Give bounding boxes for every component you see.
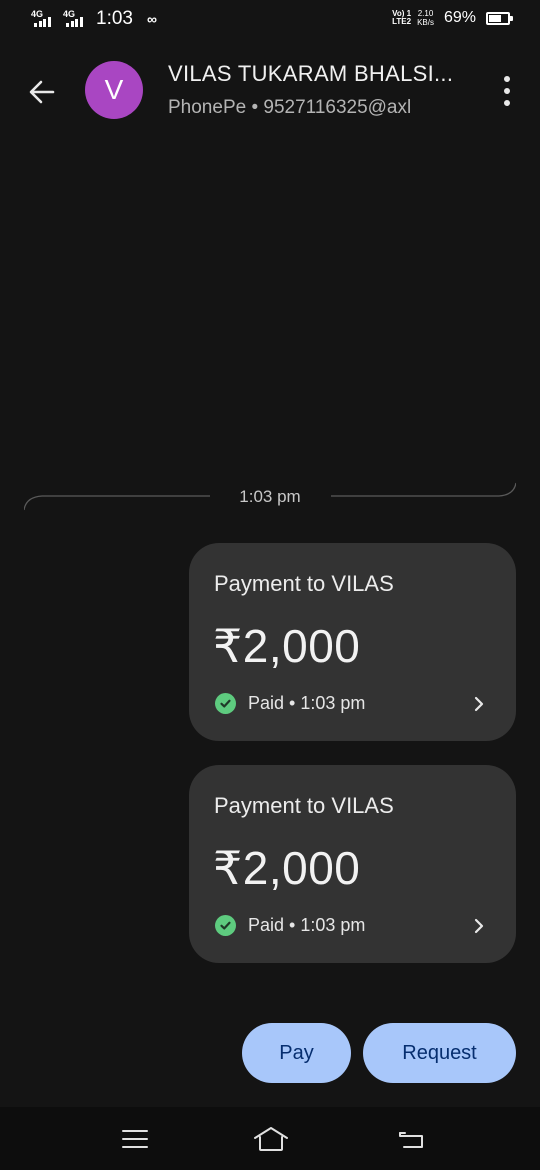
status-bar-right: Vo) 1 LTE2 2.10 KB/s 69%	[392, 9, 513, 27]
contact-name[interactable]: VILAS TUKARAM BHALSI...	[168, 61, 453, 87]
payment-amount: ₹2,000	[213, 842, 361, 894]
payment-title: Payment to VILAS	[214, 571, 394, 596]
system-nav-bar	[0, 1107, 540, 1170]
back-icon	[399, 1132, 423, 1148]
menu-icon	[122, 1130, 148, 1148]
avatar[interactable]: V	[85, 61, 143, 119]
home-icon	[254, 1127, 288, 1151]
chevron-right-icon	[474, 696, 484, 712]
status-bar-left: 4G 4G 1:03 ∞	[30, 8, 157, 30]
infinity-icon: ∞	[146, 11, 157, 27]
payment-amount: ₹2,000	[213, 620, 361, 672]
pay-button[interactable]: Pay	[242, 1023, 351, 1083]
status-bar: 4G 4G 1:03 ∞ Vo) 1 LTE2 2.10 KB/s 69%	[0, 0, 540, 42]
network-speed: 2.10 KB/s	[417, 9, 434, 27]
home-button[interactable]	[253, 1125, 289, 1153]
signal-icon: 4G	[30, 10, 56, 28]
divider-time: 1:03 pm	[239, 487, 301, 506]
check-circle-icon	[215, 693, 236, 714]
signal-icon-2: 4G	[62, 10, 88, 28]
volte-indicator: Vo) 1 LTE2	[392, 9, 412, 26]
payment-status-text: Paid • 1:03 pm	[248, 915, 366, 935]
check-circle-icon	[215, 915, 236, 936]
payment-status: Paid • 1:03 pm	[215, 693, 365, 714]
battery-percent: 69%	[443, 9, 476, 26]
more-options-button[interactable]	[500, 76, 514, 106]
payment-status: Paid • 1:03 pm	[215, 915, 365, 936]
recent-apps-button[interactable]	[119, 1125, 151, 1153]
status-time: 1:03	[96, 8, 133, 29]
battery-icon	[486, 11, 513, 25]
payment-card[interactable]: Payment to VILAS ₹2,000 Paid • 1:03 pm	[189, 765, 516, 963]
contact-upi-id: PhonePe • 9527116325@axl	[168, 97, 412, 118]
request-button[interactable]: Request	[363, 1023, 516, 1083]
back-button[interactable]	[26, 76, 58, 108]
arrow-left-icon	[29, 80, 55, 104]
payment-status-text: Paid • 1:03 pm	[248, 693, 366, 713]
payment-card[interactable]: Payment to VILAS ₹2,000 Paid • 1:03 pm	[189, 543, 516, 741]
back-nav-button[interactable]	[396, 1125, 428, 1153]
chat-header: V VILAS TUKARAM BHALSI... PhonePe • 9527…	[0, 42, 540, 138]
more-vert-icon	[504, 76, 510, 82]
payment-title: Payment to VILAS	[214, 793, 394, 818]
chevron-right-icon	[474, 918, 484, 934]
timestamp-divider: 1:03 pm	[24, 482, 516, 512]
